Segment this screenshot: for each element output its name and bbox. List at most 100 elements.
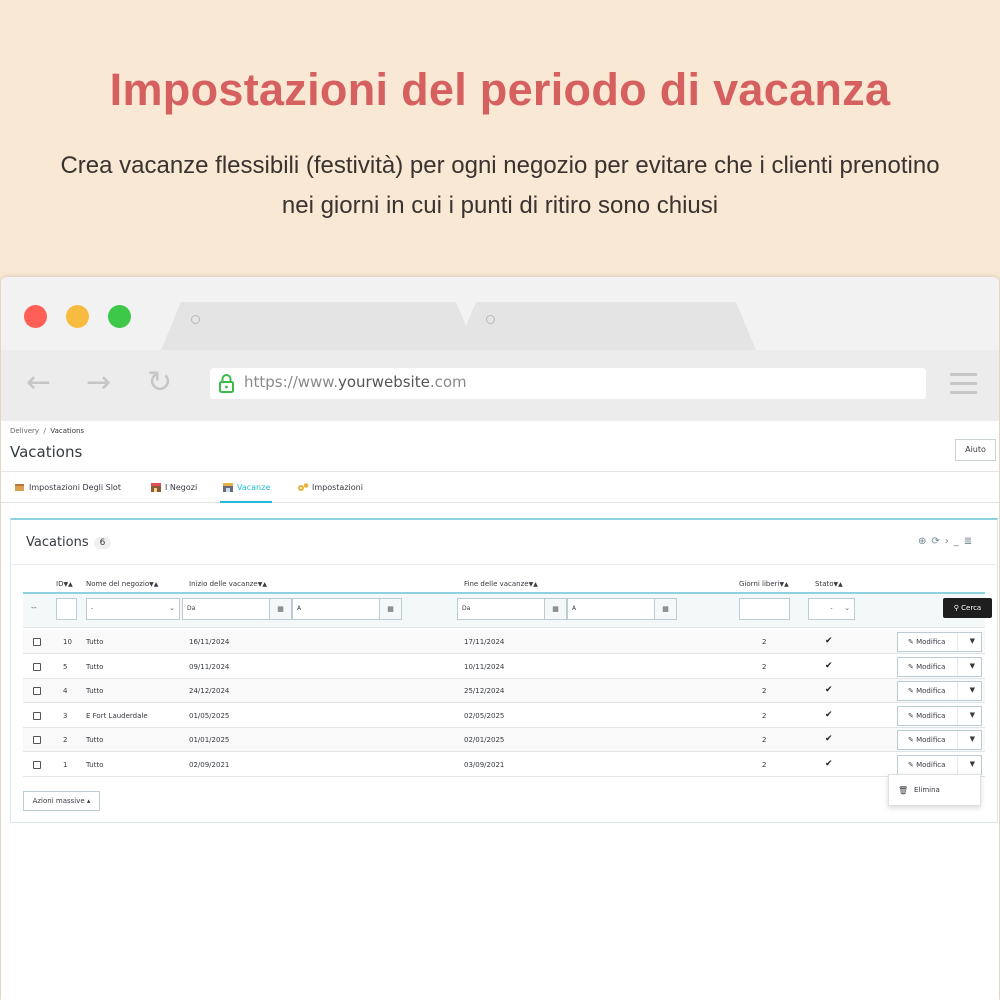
row-id: 3 [63, 711, 68, 720]
close-window-dot[interactable] [24, 305, 47, 328]
row-checkbox[interactable] [33, 638, 41, 646]
database-icon[interactable]: ≣ [964, 536, 977, 547]
check-icon[interactable]: ✔ [825, 661, 833, 671]
calendar-icon[interactable]: ▦ [270, 598, 292, 620]
edit-button[interactable]: ✎ Modifica [908, 663, 945, 671]
edit-button-group: ✎ Modifica ▼ [897, 681, 982, 702]
pencil-icon: ✎ [908, 687, 914, 696]
caret-down-icon[interactable]: ▼ [970, 735, 975, 743]
row-start-date: 02/09/2021 [189, 761, 230, 769]
edit-button-group: ✎ Modifica ▼ [897, 656, 982, 677]
search-icon: ⚲ [953, 604, 959, 612]
forward-arrow-icon[interactable]: → [86, 368, 111, 398]
delete-option[interactable]: Elimina [914, 786, 940, 794]
check-icon[interactable]: ✔ [825, 710, 833, 720]
help-button[interactable]: Aiuto [955, 439, 996, 461]
row-start-date: 24/12/2024 [189, 687, 230, 696]
panel-toolbar: ⊕⟳›_≣ [918, 536, 977, 547]
refresh-icon[interactable]: ⟳ [931, 536, 944, 547]
hero-banner: Impostazioni del periodo di vacanza Crea… [0, 0, 1000, 280]
row-checkbox[interactable] [33, 761, 41, 769]
row-checkbox[interactable] [33, 662, 41, 671]
row-store: Tutto [86, 761, 104, 769]
check-icon[interactable]: ✔ [825, 636, 833, 646]
caret-down-icon[interactable]: ▼ [970, 760, 975, 768]
row-store: Tutto [86, 638, 104, 646]
search-button[interactable]: ⚲ Cerca [943, 598, 992, 618]
calendar-icon[interactable]: ▦ [545, 598, 567, 620]
store-filter-select[interactable]: - ⌄ [86, 598, 180, 620]
days-filter-input[interactable] [739, 598, 790, 620]
column-header-end[interactable]: Fine delle vacanze▼▲ [464, 580, 538, 588]
table-row: 4 Tutto 24/12/2024 25/12/2024 2 ✔ ✎ Modifica ▼ [23, 679, 985, 704]
row-start-date: 16/11/2024 [189, 638, 230, 646]
edit-button[interactable]: ✎ Modifica [908, 712, 945, 720]
table-row: 5 Tutto 09/11/2024 10/11/2024 2 ✔ ✎ Modifica ▼ [23, 655, 985, 679]
edit-button[interactable]: ✎ Modifica [908, 736, 945, 744]
status-filter-select[interactable]: - ⌄ [808, 598, 855, 620]
tab-settings[interactable]: Impostazioni [297, 482, 363, 492]
row-end-date: 03/09/2021 [464, 761, 505, 769]
calendar-icon[interactable]: ▦ [380, 598, 402, 620]
chevron-down-icon: ⌄ [169, 604, 175, 612]
row-id: 1 [63, 761, 68, 769]
end-from-input[interactable]: Da [457, 598, 545, 620]
caret-down-icon[interactable]: ▼ [970, 637, 975, 645]
browser-tab-1[interactable] [161, 302, 476, 350]
row-days: 2 [762, 638, 767, 646]
row-checkbox[interactable] [33, 736, 41, 745]
column-header-store[interactable]: Nome del negozio▼▲ [86, 580, 158, 588]
breadcrumb-parent[interactable]: Delivery [10, 427, 39, 435]
count-badge: 6 [93, 537, 112, 549]
browser-window: ← → ↻ https://www.yourwebsite.com Delive… [1, 277, 999, 1000]
back-arrow-icon[interactable]: ← [26, 368, 51, 398]
row-id: 4 [63, 687, 68, 696]
edit-button[interactable]: ✎ Modifica [908, 687, 945, 695]
edit-button[interactable]: ✎ Modifica [908, 638, 945, 646]
tab-stores[interactable]: I Negozi [150, 482, 197, 492]
row-end-date: 25/12/2024 [464, 687, 505, 696]
edit-button-group: ✎ Modifica ▼ [897, 705, 982, 726]
column-header-start[interactable]: Inizio delle vacanze▼▲ [189, 580, 267, 588]
row-checkbox[interactable] [33, 711, 41, 720]
column-header-status[interactable]: Stato▼▲ [815, 580, 843, 588]
id-filter-input[interactable] [56, 598, 77, 620]
minimize-window-dot[interactable] [66, 305, 89, 328]
hamburger-menu-icon[interactable] [950, 373, 977, 400]
start-from-input[interactable]: Da [182, 598, 270, 620]
column-header-id[interactable]: ID▼▲ [56, 580, 73, 588]
column-header-days[interactable]: Giorni liberi▼▲ [739, 580, 789, 588]
beach-icon [223, 483, 233, 492]
row-start-date: 09/11/2024 [189, 662, 230, 671]
row-checkbox[interactable] [33, 687, 41, 696]
edit-button[interactable]: ✎ Modifica [908, 761, 945, 769]
check-icon[interactable]: ✔ [825, 685, 833, 695]
end-to-input[interactable]: A [567, 598, 655, 620]
row-days: 2 [762, 736, 767, 745]
tab-vacations[interactable]: Vacanze [219, 482, 273, 503]
breadcrumb: Delivery / Vacations [10, 427, 85, 435]
caret-down-icon[interactable]: ▼ [970, 662, 975, 670]
row-end-date: 17/11/2024 [464, 638, 505, 646]
check-icon[interactable]: ✔ [825, 759, 833, 769]
address-bar[interactable]: https://www.yourwebsite.com [210, 368, 926, 399]
row-days: 2 [762, 761, 767, 769]
add-icon[interactable]: ⊕ [918, 536, 931, 547]
caret-down-icon[interactable]: ▼ [970, 686, 975, 694]
reload-icon[interactable]: ↻ [147, 368, 172, 398]
row-store: E Fort Lauderdale [86, 711, 148, 720]
maximize-window-dot[interactable] [108, 305, 131, 328]
vacations-panel: Vacations 6 ⊕⟳›_≣ ID▼▲ Nome del negozio▼▲… [10, 518, 998, 823]
admin-content: Delivery / Vacations Vacations Aiuto Imp… [1, 421, 999, 1000]
caret-down-icon[interactable]: ▼ [970, 711, 975, 719]
browser-tab-2[interactable] [456, 302, 756, 350]
start-to-input[interactable]: A [292, 598, 380, 620]
sql-icon[interactable]: ›_ [945, 536, 964, 547]
bulk-actions-button[interactable]: Azioni massive ▴ [23, 791, 100, 811]
browser-toolbar: ← → ↻ https://www.yourwebsite.com [1, 350, 999, 421]
check-icon[interactable]: ✔ [825, 734, 833, 744]
tab-slot-settings[interactable]: Impostazioni Degli Slot [14, 482, 121, 492]
caret-up-icon: ▴ [86, 797, 91, 805]
breadcrumb-current: Vacations [50, 427, 85, 435]
calendar-icon[interactable]: ▦ [655, 598, 677, 620]
